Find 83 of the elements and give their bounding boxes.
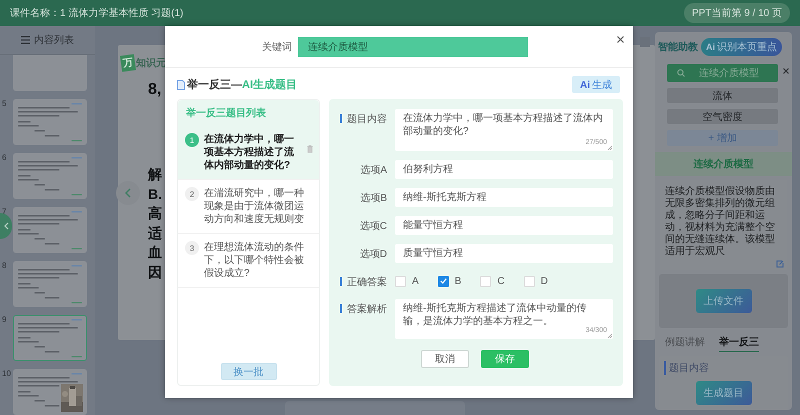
input-field[interactable]: 伯努利方程 (395, 160, 613, 179)
search-field[interactable]: 连续介质模型 (667, 64, 778, 82)
field-label: 答案解析 (337, 299, 387, 316)
field-label: 选项A (359, 164, 387, 177)
input-field[interactable]: 能量守恒方程 (395, 216, 613, 235)
save-button[interactable]: 保存 (481, 350, 529, 368)
refresh-button[interactable]: 换一批 (220, 363, 276, 380)
chevron-left-icon (4, 222, 8, 230)
edit-icon[interactable] (776, 260, 784, 268)
tab[interactable]: 例题讲解 (665, 335, 705, 352)
question-number: 2 (185, 187, 199, 201)
question-text: 在流体力学中，哪一项基本方程描述了流体内部动量的变化? (204, 133, 295, 172)
field-label: 选项B (359, 192, 387, 205)
logo-badge: 万 (120, 54, 136, 72)
search-icon (677, 69, 685, 77)
page-indicator: PPT当前第 9 / 10 页 (684, 3, 790, 23)
field-text: 纳维-斯托克斯方程描述了流体中动量的传输，是流体力学的基本方程之一。 (403, 303, 586, 327)
trash-icon[interactable] (307, 145, 313, 153)
slide-text: 血 (148, 243, 162, 262)
sidebar-title: 内容列表 (34, 34, 74, 47)
slide-text: 适 (148, 224, 162, 242)
slide-thumbnail[interactable] (13, 99, 87, 145)
field-text: 在流体力学中，哪一项基本方程描述了流体内部动量的变化? (403, 113, 603, 137)
slide-number: 10 (2, 369, 11, 378)
field-label: 选项D (358, 248, 387, 261)
detect-button[interactable]: Ai 识别本页重点 (701, 38, 782, 56)
close-icon[interactable] (783, 68, 789, 74)
question-number: 1 (185, 133, 199, 147)
question-number: 3 (185, 241, 199, 255)
close-icon[interactable] (617, 36, 624, 43)
slide-number: 6 (2, 153, 8, 162)
field-label: 关键词 (262, 40, 292, 54)
option-letter: C (497, 276, 505, 286)
topic-heading: 连续介质模型 (655, 152, 792, 176)
card-label: 题目内容 (664, 361, 709, 375)
field-label: 正确答案 (337, 272, 387, 289)
slide-text: 解 (148, 165, 162, 184)
slide-number: 8 (2, 261, 8, 270)
slide-thumbnail[interactable] (13, 369, 87, 415)
slide-number: 5 (2, 99, 8, 108)
upload-button[interactable]: 上传文件 (696, 289, 752, 313)
slide-thumbnail[interactable] (13, 207, 87, 253)
resize-grip-icon[interactable] (607, 333, 612, 338)
chevron-left-icon (125, 188, 131, 198)
question-item[interactable]: 2 在湍流研究中，哪一种现象是由于流体微团运动方向和速度无规则变 (178, 180, 319, 234)
input-field[interactable]: 纳维-斯托克斯方程 (395, 188, 613, 207)
slide-thumbnail[interactable] (13, 153, 87, 199)
keyword-tag[interactable]: 空气密度 (667, 109, 778, 124)
list-title: 举一反三题目列表 (178, 100, 319, 126)
option-letter: D (540, 276, 548, 286)
field-label: 选项C (358, 220, 387, 233)
resize-grip-icon[interactable] (607, 145, 612, 150)
slide-text: B. (148, 184, 162, 204)
keyword-tag[interactable]: 流体 (667, 88, 778, 103)
slide-number: 9 (2, 315, 8, 324)
cancel-button[interactable]: 取消 (421, 350, 469, 368)
input-field[interactable]: 质量守恒方程 (395, 244, 613, 263)
keyword-field[interactable]: 连续介质模型 (298, 36, 528, 56)
slide-heading: 8, (148, 81, 162, 99)
list-icon (21, 36, 30, 44)
description-text: 连续介质模型假设物质由无限多密集排列的微元组成，忽略分子间距和运动，视材料为充满整个空间的无缝连续体。该模型适用于宏观尺 (665, 186, 776, 258)
panel-title: 智能助教 (658, 40, 698, 54)
slide-thumbnail[interactable] (13, 55, 87, 91)
field-label: 题目内容 (337, 109, 387, 126)
question-item[interactable]: 3 在理想流体流动的条件下，以下哪个特性会被假设成立? (178, 234, 319, 288)
slide-text: 因 (148, 262, 162, 282)
course-title: 课件名称：1 流体力学基本性质 习题(1) (10, 6, 184, 20)
slide-text: 高 (148, 204, 162, 223)
question-text: 在湍流研究中，哪一种现象是由于流体微团运动方向和速度无规则变 (204, 187, 305, 226)
tab[interactable]: 举一反三 (719, 335, 759, 352)
document-icon (177, 80, 185, 90)
collapse-handle[interactable] (0, 213, 12, 239)
option-letter: A (412, 276, 419, 286)
generate-button[interactable]: 生成题目 (696, 381, 752, 405)
slide-thumbnail[interactable] (13, 315, 87, 361)
generate-button[interactable]: Ai 生成 (572, 76, 620, 93)
dialog-title: 举一反三—AI生成题目 (187, 78, 297, 92)
question-item[interactable]: 1 在流体力学中，哪一项基本方程描述了流体内部动量的变化? (178, 126, 319, 180)
slide-number: 7 (2, 207, 8, 216)
slide-thumbnail[interactable] (13, 261, 87, 307)
option-letter: B (454, 276, 462, 286)
checkbox[interactable] (438, 276, 449, 286)
question-text: 在理想流体流动的条件下，以下哪个特性会被假设成立? (204, 241, 305, 280)
